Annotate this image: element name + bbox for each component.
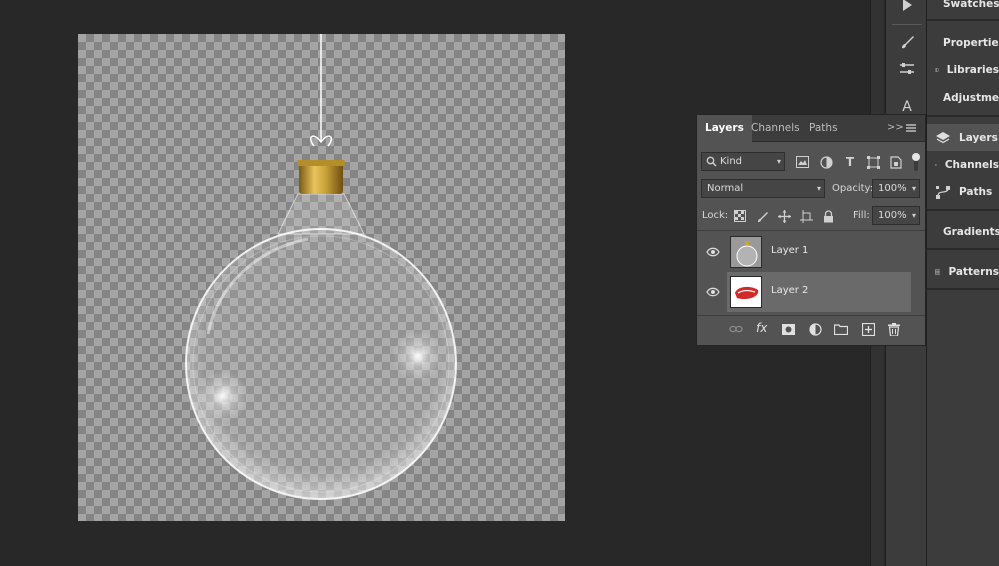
divider	[927, 209, 999, 211]
blend-mode-row: Normal ▾ Opacity: 100% ▾	[697, 176, 925, 203]
lock-position-icon[interactable]	[777, 209, 791, 223]
dock-item-swatches[interactable]: Swatches	[927, 0, 999, 17]
grid-icon	[935, 268, 941, 275]
image-filter-icon[interactable]	[795, 155, 809, 169]
play-icon[interactable]	[894, 0, 920, 16]
search-icon	[706, 156, 717, 167]
filter-kind-select[interactable]: Kind ▾	[701, 152, 785, 171]
chevron-down-icon: ▾	[816, 184, 821, 193]
library-icon	[935, 67, 939, 72]
dock-item-libraries[interactable]: Libraries	[927, 56, 999, 83]
fill-label: Fill:	[853, 210, 870, 221]
layer-item[interactable]: Layer 1	[727, 232, 911, 272]
document-canvas[interactable]	[78, 34, 565, 521]
sliders-icon[interactable]	[894, 58, 920, 80]
add-mask-icon[interactable]	[781, 322, 795, 336]
blend-mode-value: Normal	[707, 183, 744, 194]
divider	[927, 288, 999, 290]
dock-label: Swatches	[943, 0, 999, 10]
visibility-eye-icon[interactable]	[706, 287, 720, 297]
lock-transparent-pixels-icon[interactable]	[733, 209, 747, 223]
layer-item-selected[interactable]: Layer 2	[727, 272, 911, 312]
type-letter: A	[902, 99, 912, 115]
dock-item-adjustments[interactable]: Adjustments	[927, 84, 999, 111]
collapse-panel-button[interactable]: >>	[887, 122, 904, 133]
dock-label: Paths	[959, 185, 993, 198]
blend-mode-select[interactable]: Normal ▾	[701, 179, 825, 198]
divider	[927, 248, 999, 250]
divider	[697, 230, 925, 231]
link-layers-icon[interactable]	[729, 322, 743, 336]
fill-value: 100%	[878, 210, 907, 221]
dock-label: Patterns	[948, 265, 999, 278]
panel-tab-bar: Layers Channels Paths >>	[697, 115, 925, 143]
trash-icon[interactable]	[887, 322, 901, 336]
dock-item-gradients[interactable]: Gradients	[927, 218, 999, 245]
layer-row[interactable]: Layer 1	[697, 232, 925, 272]
new-group-folder-icon[interactable]	[834, 322, 848, 336]
smart-object-filter-icon[interactable]	[889, 155, 903, 169]
opacity-label: Opacity:	[832, 183, 874, 194]
layer-row[interactable]: Layer 2	[697, 272, 925, 312]
layers-panel: Layers Channels Paths >> Kind ▾ T Normal…	[696, 114, 926, 346]
dock-label: Libraries	[946, 63, 999, 76]
panel-dock: Swatches Properties Libraries Adjustment…	[927, 0, 999, 566]
shape-filter-icon[interactable]	[866, 155, 880, 169]
lock-label: Lock:	[702, 210, 729, 221]
chevron-down-icon: ▾	[911, 184, 916, 193]
dock-label: Adjustments	[943, 91, 999, 104]
channels-icon	[935, 163, 937, 166]
chevron-down-icon: ▾	[776, 157, 781, 166]
dock-item-patterns[interactable]: Patterns	[927, 258, 999, 285]
divider	[892, 24, 922, 25]
dock-label: Gradients	[943, 225, 999, 238]
dock-item-layers[interactable]: Layers	[927, 124, 999, 151]
divider	[927, 19, 999, 21]
layer-name[interactable]: Layer 2	[771, 285, 808, 296]
lock-row: Lock: Fill: 100% ▾	[697, 203, 925, 230]
lock-image-pixels-icon[interactable]	[755, 209, 769, 223]
tab-paths[interactable]: Paths	[801, 115, 846, 142]
brush-icon[interactable]	[894, 32, 920, 54]
dock-item-properties[interactable]: Properties	[927, 29, 999, 56]
glass-ornament-artwork	[185, 34, 457, 500]
filter-toggle-switch[interactable]	[911, 152, 921, 173]
new-layer-icon[interactable]	[861, 322, 875, 336]
fill-field[interactable]: 100% ▾	[872, 206, 920, 225]
lock-all-icon[interactable]	[821, 209, 835, 223]
layer-thumbnail	[730, 276, 762, 308]
pen-path-icon	[936, 185, 950, 199]
dock-item-channels[interactable]: Channels	[927, 151, 999, 178]
type-filter-icon[interactable]: T	[843, 155, 857, 169]
dock-label: Properties	[943, 36, 999, 49]
opacity-value: 100%	[878, 183, 907, 194]
layer-filter-row: Kind ▾ T	[697, 149, 925, 176]
chevron-down-icon: ▾	[911, 211, 916, 220]
visibility-eye-icon[interactable]	[706, 247, 720, 257]
panel-menu-icon[interactable]	[905, 122, 917, 134]
fx-button[interactable]: fx	[756, 321, 767, 335]
divider	[927, 115, 999, 117]
layers-footer: fx	[697, 315, 925, 342]
dock-item-paths[interactable]: Paths	[927, 178, 999, 205]
layers-icon	[936, 131, 950, 143]
dock-label: Layers	[959, 131, 998, 144]
layer-name[interactable]: Layer 1	[771, 245, 808, 256]
layer-thumbnail	[730, 236, 762, 268]
dock-label: Channels	[944, 158, 999, 171]
opacity-field[interactable]: 100% ▾	[872, 179, 920, 198]
filter-kind-label: Kind	[720, 156, 743, 167]
tab-channels[interactable]: Channels	[743, 115, 808, 142]
new-adjustment-layer-icon[interactable]	[808, 322, 822, 336]
adjustment-filter-icon[interactable]	[819, 155, 833, 169]
lock-artboard-icon[interactable]	[799, 209, 813, 223]
